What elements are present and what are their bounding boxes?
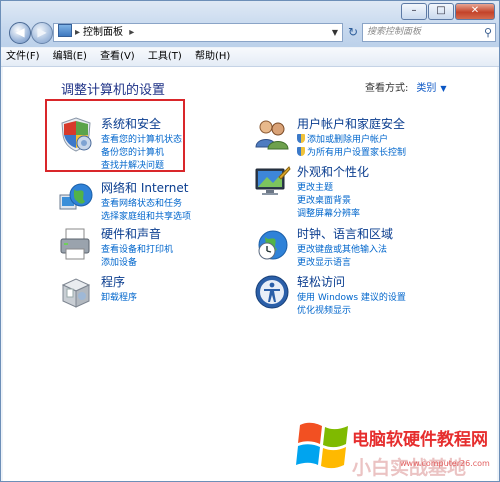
system-security-shield-icon[interactable] — [57, 115, 95, 153]
link-network-status[interactable]: 查看网络状态和任务 — [101, 196, 182, 209]
forward-button[interactable]: ▶ — [31, 22, 53, 44]
link-backup-computer[interactable]: 备份您的计算机 — [101, 145, 164, 158]
link-view-computer-status[interactable]: 查看您的计算机状态 — [101, 132, 182, 145]
view-by-dropdown[interactable]: 类别 — [416, 83, 436, 94]
uac-shield-icon — [297, 134, 305, 143]
page-title: 调整计算机的设置 — [61, 83, 166, 98]
view-by-arrow-icon[interactable]: ▼ — [440, 84, 446, 93]
printer-icon[interactable] — [57, 225, 95, 263]
address-separator[interactable]: ▸ — [75, 27, 80, 38]
menu-edit[interactable]: 编辑(E) — [48, 48, 92, 66]
link-change-theme[interactable]: 更改主题 — [297, 180, 333, 193]
monitor-icon[interactable] — [253, 163, 291, 201]
address-crumb-control-panel[interactable]: 控制面板 — [83, 27, 123, 38]
link-change-input-method[interactable]: 更改键盘或其他输入法 — [297, 242, 387, 255]
watermark-title: 电脑软硬件教程网 — [352, 430, 488, 450]
link-change-background[interactable]: 更改桌面背景 — [297, 193, 351, 206]
link-screen-resolution[interactable]: 调整屏幕分辨率 — [297, 206, 360, 219]
menu-help[interactable]: 帮助(H) — [190, 48, 235, 66]
watermark-url: www.computer26.com — [400, 459, 490, 468]
category-title[interactable]: 轻松访问 — [297, 273, 345, 290]
link-recommended-settings[interactable]: 使用 Windows 建议的设置 — [297, 290, 406, 303]
clock-globe-icon[interactable] — [253, 225, 291, 263]
category-title[interactable]: 用户帐户和家庭安全 — [297, 115, 405, 132]
category-title[interactable]: 硬件和声音 — [101, 225, 161, 242]
category-title[interactable]: 外观和个性化 — [297, 163, 369, 180]
menu-view[interactable]: 查看(V) — [95, 48, 140, 66]
link-troubleshoot[interactable]: 查找并解决问题 — [101, 158, 164, 171]
link-add-device[interactable]: 添加设备 — [101, 255, 137, 268]
uac-shield-icon — [297, 147, 305, 156]
menu-bar: 文件(F) 编辑(E) 查看(V) 工具(T) 帮助(H) — [1, 48, 499, 67]
link-uninstall-program[interactable]: 卸载程序 — [101, 290, 137, 303]
title-address-bar: – □ ✕ ◀ ▶ ▸ 控制面板 ▸ ▼ ↻ 搜索控制面板 ⚲ — [1, 1, 499, 47]
menu-file[interactable]: 文件(F) — [1, 48, 45, 66]
programs-box-icon[interactable] — [57, 273, 95, 311]
address-bar[interactable]: ▸ 控制面板 ▸ ▼ — [53, 23, 343, 42]
category-title[interactable]: 网络和 Internet — [101, 179, 188, 196]
network-globe-icon[interactable] — [57, 179, 95, 217]
category-title[interactable]: 时钟、语言和区域 — [297, 225, 393, 242]
menu-tools[interactable]: 工具(T) — [143, 48, 187, 66]
link-add-remove-accounts[interactable]: 添加或删除用户帐户 — [297, 132, 388, 145]
link-homegroup-sharing[interactable]: 选择家庭组和共享选项 — [101, 209, 191, 222]
link-devices-printers[interactable]: 查看设备和打印机 — [101, 242, 173, 255]
view-by: 查看方式: 类别 ▼ — [365, 79, 447, 94]
users-icon[interactable] — [253, 115, 291, 153]
link-change-display-language[interactable]: 更改显示语言 — [297, 255, 351, 268]
search-icon[interactable]: ⚲ — [484, 24, 492, 41]
search-input[interactable]: 搜索控制面板 ⚲ — [362, 23, 496, 42]
ease-of-access-icon[interactable] — [253, 273, 291, 311]
link-optimize-display[interactable]: 优化视频显示 — [297, 303, 351, 316]
minimize-button[interactable]: – — [401, 3, 427, 20]
back-button[interactable]: ◀ — [9, 22, 31, 44]
maximize-button[interactable]: □ — [428, 3, 454, 20]
address-separator-2[interactable]: ▸ — [129, 27, 134, 38]
window-controls: – □ ✕ — [401, 3, 495, 20]
search-placeholder: 搜索控制面板 — [367, 27, 422, 37]
control-panel-icon — [58, 24, 72, 37]
watermark: 电脑软硬件教程网 小白实战基地 www.computer26.com — [290, 413, 500, 481]
view-by-label: 查看方式: — [365, 83, 409, 94]
control-panel-window: – □ ✕ ◀ ▶ ▸ 控制面板 ▸ ▼ ↻ 搜索控制面板 ⚲ 文件(F) 编辑(… — [0, 0, 500, 482]
link-parental-controls[interactable]: 为所有用户设置家长控制 — [297, 145, 406, 158]
close-button[interactable]: ✕ — [455, 3, 495, 20]
address-dropdown-icon[interactable]: ▼ — [332, 24, 338, 41]
category-title[interactable]: 程序 — [101, 273, 125, 290]
refresh-button[interactable]: ↻ — [346, 23, 360, 42]
windows-logo-icon — [296, 422, 348, 469]
category-title[interactable]: 系统和安全 — [101, 115, 161, 132]
